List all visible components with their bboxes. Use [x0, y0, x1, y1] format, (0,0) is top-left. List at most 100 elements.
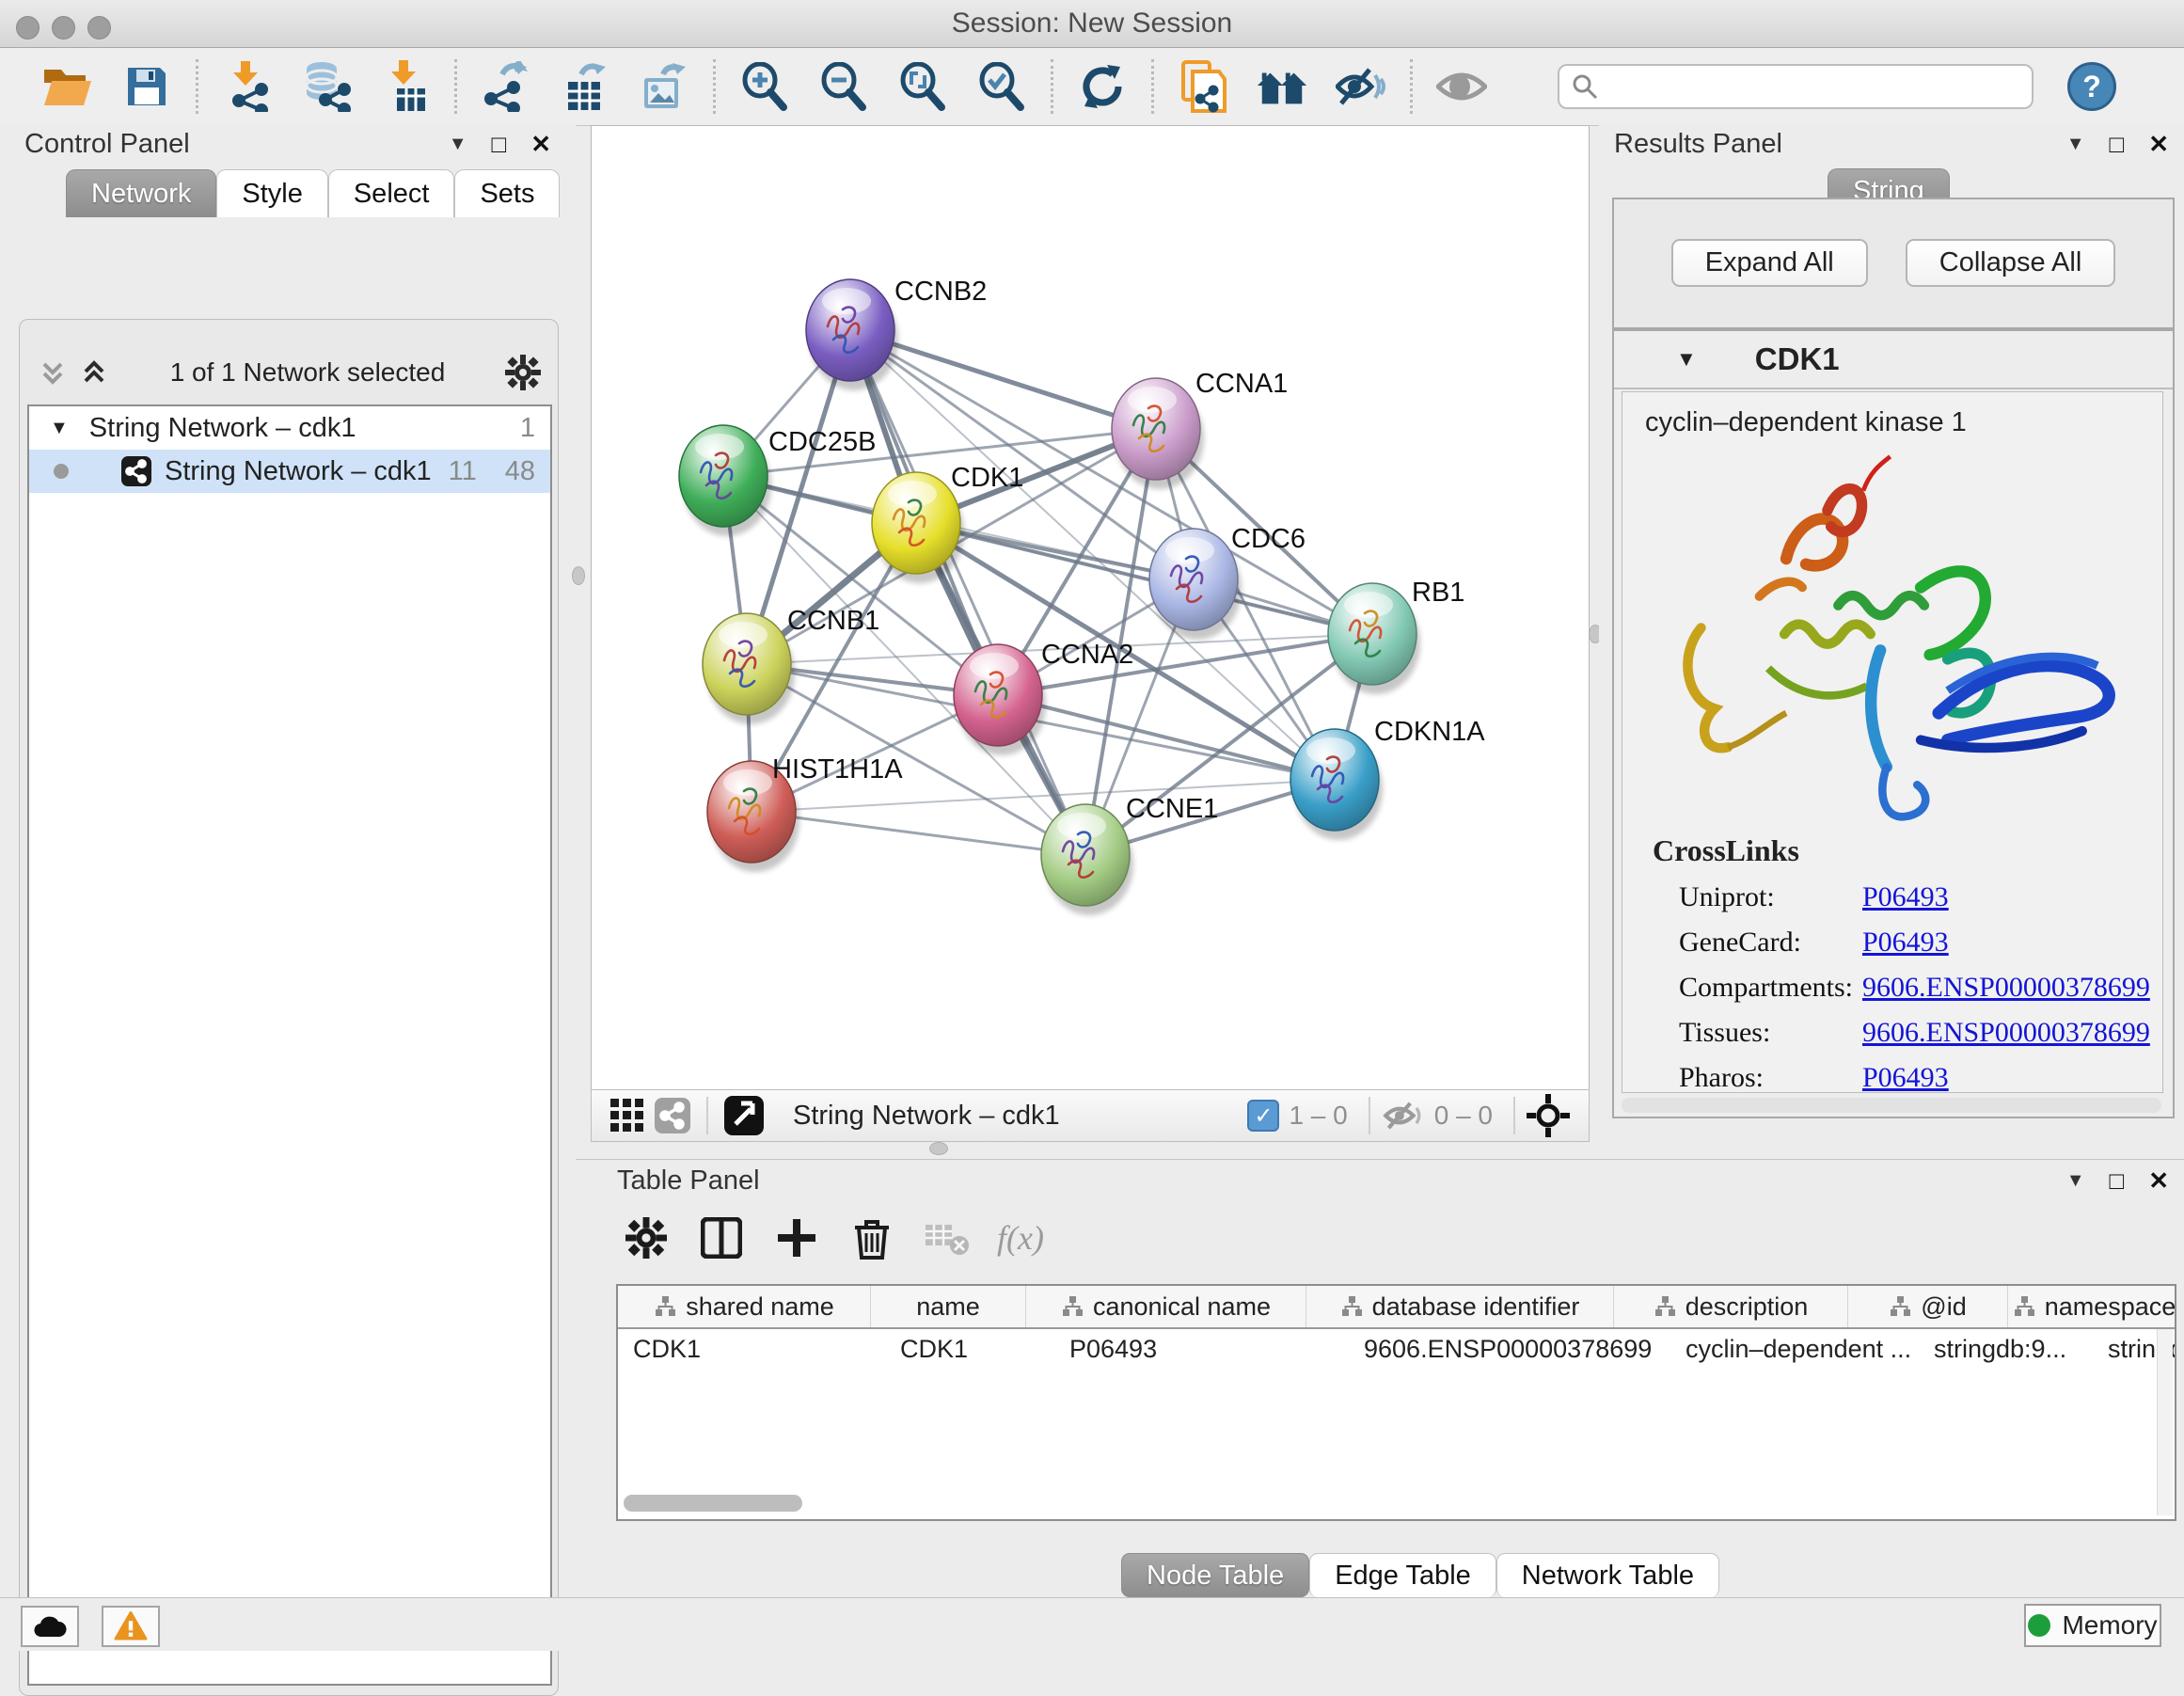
window-title: Session: New Session	[0, 0, 2184, 47]
import-network-from-database-icon[interactable]	[300, 60, 353, 113]
memory-status-dot-icon	[2028, 1614, 2050, 1637]
reposition-crosshair-icon[interactable]	[1527, 1094, 1570, 1137]
network-row[interactable]: String Network – cdk1 11 48	[29, 450, 550, 493]
memory-button[interactable]: Memory	[2024, 1604, 2161, 1647]
left-splitter-handle[interactable]	[572, 566, 585, 585]
table-cell[interactable]: P06493	[1054, 1335, 1349, 1364]
node-table[interactable]: shared namenamecanonical namedatabase id…	[616, 1284, 2176, 1521]
table-cell[interactable]: stringdb:9...	[1919, 1335, 2093, 1364]
crosslink-link[interactable]: 9606.ENSP00000378699	[1862, 1017, 2150, 1049]
window-close-button[interactable]	[16, 16, 40, 40]
node-details-content: cyclin–dependent kinase 1 CrossLinks	[1622, 391, 2163, 1093]
warning-icon	[114, 1611, 148, 1641]
panel-close-icon[interactable]: ✕	[2148, 130, 2169, 159]
panel-collapse-icon[interactable]: ▼	[2066, 1170, 2085, 1192]
warnings-button[interactable]	[102, 1606, 160, 1647]
tab-style[interactable]: Style	[216, 169, 327, 217]
svg-text:CCNA1: CCNA1	[1195, 369, 1288, 399]
delete-column-icon[interactable]	[847, 1213, 897, 1263]
collapse-all-networks-icon[interactable]	[37, 357, 69, 388]
collapse-all-button[interactable]: Collapse All	[1906, 239, 2116, 287]
tab-edge-table[interactable]: Edge Table	[1309, 1553, 1496, 1597]
window-zoom-button[interactable]	[87, 16, 111, 40]
tab-network[interactable]: Network	[66, 169, 216, 217]
crosslink-link[interactable]: P06493	[1862, 881, 1949, 913]
crosslink-link[interactable]: P06493	[1862, 927, 1949, 959]
tab-network-table[interactable]: Network Table	[1496, 1553, 1719, 1597]
network-view-canvas[interactable]: CCNB2CCNA1CDC25BCDK1CDC6RB1CCNB1CCNA2CDK…	[591, 125, 1590, 1091]
selected-checkbox-icon[interactable]: ✓	[1247, 1100, 1279, 1132]
tree-expander-icon[interactable]: ▼	[50, 418, 69, 439]
network-collection-row[interactable]: ▼ String Network – cdk1 1	[29, 406, 550, 450]
column-header-database-identifier[interactable]: database identifier	[1306, 1286, 1614, 1327]
import-network-icon[interactable]	[221, 60, 274, 113]
grid-view-icon[interactable]	[609, 1097, 646, 1134]
zoom-out-icon[interactable]	[817, 60, 870, 113]
export-table-icon[interactable]	[559, 60, 611, 113]
search-input[interactable]	[1558, 64, 2034, 109]
zoom-selected-icon[interactable]	[975, 60, 1028, 113]
column-namespace-icon	[1061, 1295, 1084, 1318]
home-icon[interactable]	[1256, 60, 1308, 113]
network-tree: ▼ String Network – cdk1 1 String Network…	[27, 404, 552, 1686]
svg-text:CDC25B: CDC25B	[768, 427, 876, 457]
toolbar-separator	[1369, 1097, 1370, 1134]
hidden-count: 0 – 0	[1434, 1101, 1493, 1131]
table-cell[interactable]: CDK1	[618, 1335, 885, 1364]
column-header-name[interactable]: name	[871, 1286, 1026, 1327]
window-minimize-button[interactable]	[52, 16, 75, 40]
duplicate-network-icon[interactable]	[1177, 60, 1229, 113]
network-options-gear-icon[interactable]	[505, 355, 541, 390]
table-vertical-scrollbar[interactable]	[2157, 1329, 2173, 1515]
column-namespace-icon	[2013, 1295, 2035, 1318]
tab-select[interactable]: Select	[328, 169, 455, 217]
crosslink-link[interactable]: P06493	[1862, 1062, 1949, 1093]
control-panel-title: Control Panel	[24, 129, 190, 160]
panel-float-icon[interactable]: □	[491, 130, 506, 159]
refresh-icon[interactable]	[1076, 60, 1129, 113]
help-icon[interactable]: ?	[2067, 62, 2116, 111]
column-header--id[interactable]: @id	[1848, 1286, 2008, 1327]
tab-sets[interactable]: Sets	[454, 169, 560, 217]
panel-collapse-icon[interactable]: ▼	[2066, 134, 2085, 155]
network-collection-label: String Network – cdk1	[89, 413, 356, 444]
column-header-canonical-name[interactable]: canonical name	[1026, 1286, 1306, 1327]
table-horizontal-scrollbar[interactable]	[624, 1495, 802, 1512]
panel-close-icon[interactable]: ✕	[2148, 1166, 2169, 1196]
table-cell[interactable]: 9606.ENSP00000378699	[1349, 1335, 1670, 1364]
save-session-icon[interactable]	[120, 60, 173, 113]
create-column-icon[interactable]	[771, 1213, 822, 1263]
birdseye-view-icon[interactable]	[723, 1095, 765, 1136]
panel-collapse-icon[interactable]: ▼	[449, 134, 467, 155]
export-network-icon[interactable]	[480, 60, 532, 113]
network-share-icon[interactable]	[654, 1097, 691, 1134]
table-row[interactable]: CDK1CDK1P064939606.ENSP00000378699cyclin…	[618, 1329, 2175, 1369]
export-image-icon[interactable]	[638, 60, 690, 113]
expand-all-networks-icon[interactable]	[78, 357, 110, 388]
expand-collapse-box: Expand All Collapse All	[1612, 198, 2175, 329]
panel-float-icon[interactable]: □	[2109, 1166, 2124, 1196]
results-horizontal-scrollbar[interactable]	[1622, 1098, 2161, 1113]
panel-float-icon[interactable]: □	[2109, 130, 2124, 159]
zoom-in-icon[interactable]	[738, 60, 791, 113]
table-cell[interactable]: CDK1	[885, 1335, 1054, 1364]
cloud-status-button[interactable]	[21, 1606, 79, 1647]
crosslink-link[interactable]: 9606.ENSP00000378699	[1862, 972, 2150, 1004]
hide-unhide-icon[interactable]	[1335, 60, 1387, 113]
table-panel: Table Panel ▼ □ ✕ f(x) shared namenameca…	[576, 1159, 2184, 1598]
show-columns-icon[interactable]	[696, 1213, 747, 1263]
column-header-shared-name[interactable]: shared name	[618, 1286, 871, 1327]
import-table-icon[interactable]	[379, 60, 432, 113]
column-header-description[interactable]: description	[1614, 1286, 1848, 1327]
bottom-splitter-handle[interactable]	[929, 1142, 948, 1155]
panel-close-icon[interactable]: ✕	[530, 130, 551, 159]
zoom-fit-icon[interactable]	[896, 60, 949, 113]
show-graphics-icon[interactable]	[1435, 60, 1488, 113]
tab-node-table[interactable]: Node Table	[1121, 1553, 1309, 1597]
column-header-namespace[interactable]: namespace	[2008, 1286, 2176, 1327]
table-cell[interactable]: cyclin–dependent ...	[1670, 1335, 1919, 1364]
expand-all-button[interactable]: Expand All	[1671, 239, 1868, 287]
table-options-gear-icon[interactable]	[621, 1213, 672, 1263]
node-details-expander-icon[interactable]: ▼	[1676, 347, 1697, 372]
open-session-icon[interactable]	[41, 60, 94, 113]
